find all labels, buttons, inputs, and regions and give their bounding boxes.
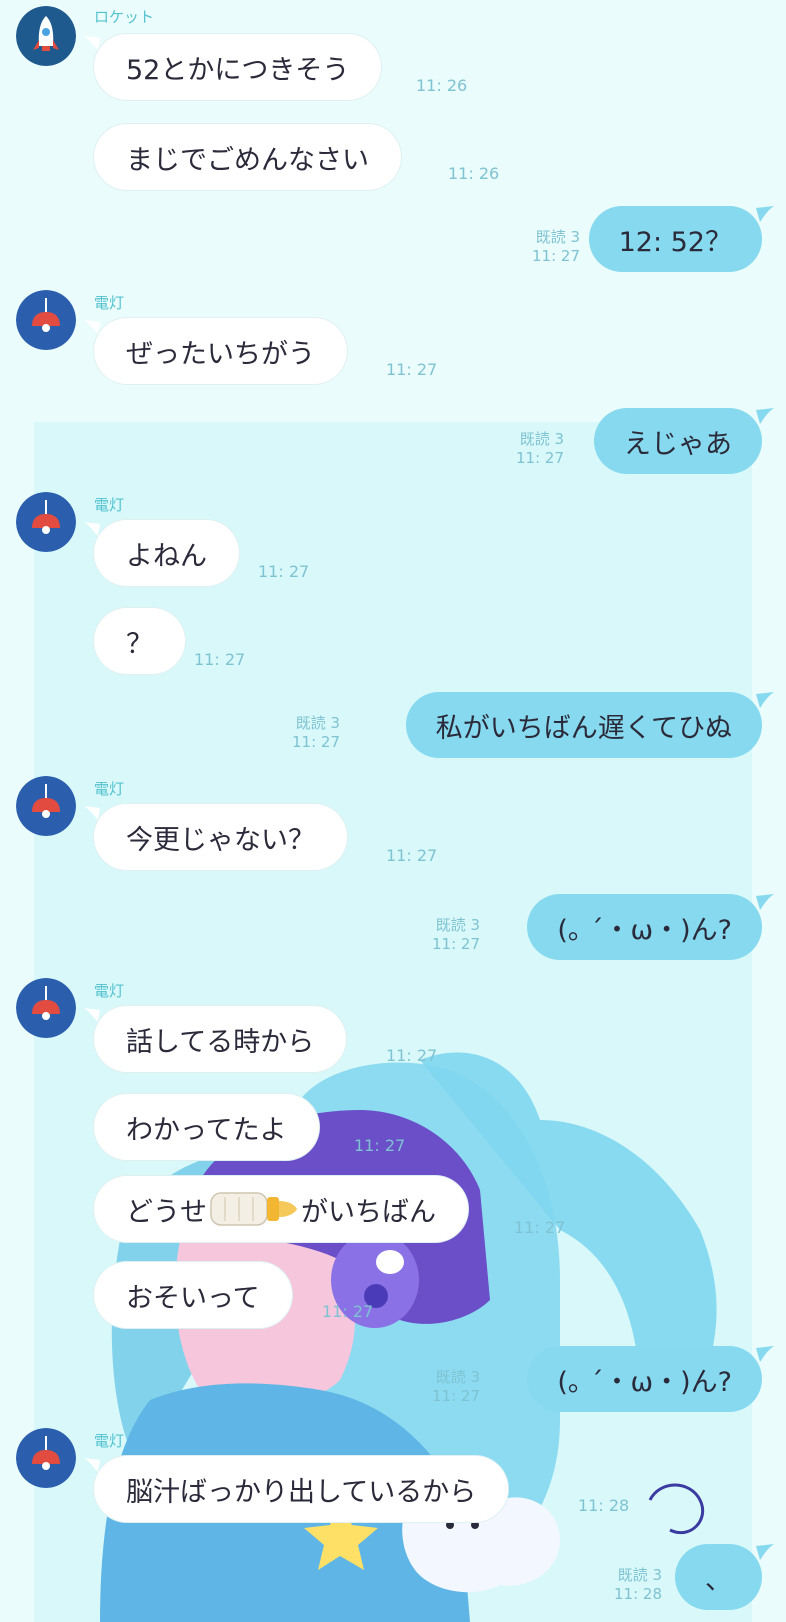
lamp-icon — [16, 776, 76, 836]
message-text: 話してる時から — [126, 1026, 315, 1058]
sender-name: 電灯 — [94, 496, 125, 514]
read-receipt: 既読 3 11: 27 — [292, 714, 340, 751]
sender-avatar-lamp[interactable] — [16, 978, 76, 1038]
bubble-tail — [84, 1458, 100, 1472]
message-bubble[interactable]: 話してる時から — [94, 1006, 347, 1072]
sent-message-bubble[interactable]: 私がいちばん遅くてひぬ — [405, 692, 762, 758]
message-time: 11: 27 — [514, 1218, 566, 1237]
baby-bottle-emoji — [210, 1192, 297, 1226]
sender-name: 電灯 — [94, 780, 125, 798]
message-bubble[interactable]: おそいって — [94, 1262, 292, 1328]
message-bubble[interactable]: まじでごめんなさい — [94, 124, 401, 190]
message-bubble[interactable]: ？ — [94, 608, 185, 674]
message-bubble[interactable]: わかってたよ — [94, 1094, 319, 1160]
message-time: 11: 27 — [258, 562, 310, 581]
sender-avatar-lamp[interactable] — [16, 290, 76, 350]
message-bubble[interactable]: どうせ がいちばん — [94, 1176, 468, 1242]
message-text: ぜったいちがう — [126, 338, 315, 370]
message-text: えじゃあ — [624, 428, 732, 460]
sender-name: ロケット — [94, 8, 155, 26]
message-bubble[interactable]: 脳汁ばっかり出しているから — [94, 1456, 509, 1522]
sent-message-bubble[interactable]: 12: 52？ — [588, 206, 762, 272]
lamp-icon — [16, 290, 76, 350]
bubble-tail — [84, 806, 100, 820]
message-text: まじでごめんなさい — [126, 144, 369, 176]
read-receipt: 既読 3 11: 27 — [432, 1368, 480, 1405]
message-text: わかってたよ — [126, 1114, 287, 1146]
bubble-tail — [84, 36, 100, 50]
message-text: 脳汁ばっかり出しているから — [126, 1476, 477, 1508]
lamp-icon — [16, 492, 76, 552]
bubble-tail — [84, 1008, 100, 1022]
bubble-tail — [756, 692, 774, 708]
message-text: 私がいちばん遅くてひぬ — [435, 712, 732, 744]
sender-avatar-lamp[interactable] — [16, 1428, 76, 1488]
sender-name: 電灯 — [94, 294, 125, 312]
message-text: 52とかにつきそう — [126, 54, 350, 86]
sender-name: 電灯 — [94, 982, 125, 1000]
lamp-icon — [16, 978, 76, 1038]
read-receipt: 既読 3 11: 27 — [432, 916, 480, 953]
message-text: ？ — [126, 628, 153, 660]
bubble-tail — [756, 408, 774, 424]
message-bubble[interactable]: よねん — [94, 520, 239, 586]
bubble-tail — [756, 206, 774, 222]
message-text: 今更じゃない？ — [126, 824, 315, 856]
bubble-tail — [756, 1544, 774, 1560]
message-text: (｡ ´・ω・)ん? — [557, 1366, 732, 1398]
sent-message-bubble[interactable]: (｡ ´・ω・)ん? — [527, 1346, 762, 1412]
sent-message-bubble[interactable]: 、 — [675, 1544, 762, 1610]
lamp-icon — [16, 1428, 76, 1488]
sender-avatar-lamp[interactable] — [16, 776, 76, 836]
message-bubble[interactable]: 52とかにつきそう — [94, 34, 382, 100]
sender-name: 電灯 — [94, 1432, 125, 1450]
sent-message-bubble[interactable]: (｡ ´・ω・)ん? — [527, 894, 762, 960]
message-bubble[interactable]: 今更じゃない？ — [94, 804, 347, 870]
bubble-tail — [84, 320, 100, 334]
rocket-icon — [16, 6, 76, 66]
message-time: 11: 27 — [386, 360, 438, 379]
message-time: 11: 26 — [448, 164, 500, 183]
message-text: (｡ ´・ω・)ん? — [557, 914, 732, 946]
message-bubble[interactable]: ぜったいちがう — [94, 318, 347, 384]
message-text: よねん — [126, 540, 207, 572]
bubble-tail — [84, 522, 100, 536]
message-time: 11: 28 — [578, 1496, 630, 1515]
sender-avatar-lamp[interactable] — [16, 492, 76, 552]
message-text: どうせ — [126, 1196, 207, 1228]
bubble-tail — [756, 1346, 774, 1362]
message-time: 11: 27 — [386, 1046, 438, 1065]
message-text: がいちばん — [301, 1196, 436, 1228]
read-receipt: 既読 3 11: 28 — [614, 1566, 662, 1603]
message-time: 11: 27 — [386, 846, 438, 865]
message-time: 11: 27 — [322, 1302, 374, 1321]
message-text: 12: 52？ — [618, 226, 732, 258]
message-time: 11: 27 — [354, 1136, 406, 1155]
read-receipt: 既読 3 11: 27 — [532, 228, 580, 265]
read-receipt: 既読 3 11: 27 — [516, 430, 564, 467]
sender-avatar-rocket[interactable] — [16, 6, 76, 66]
sent-message-bubble[interactable]: えじゃあ — [594, 408, 762, 474]
message-time: 11: 26 — [416, 76, 468, 95]
message-text: 、 — [705, 1564, 732, 1596]
message-time: 11: 27 — [194, 650, 246, 669]
bubble-tail — [756, 894, 774, 910]
message-text: おそいって — [126, 1282, 260, 1314]
